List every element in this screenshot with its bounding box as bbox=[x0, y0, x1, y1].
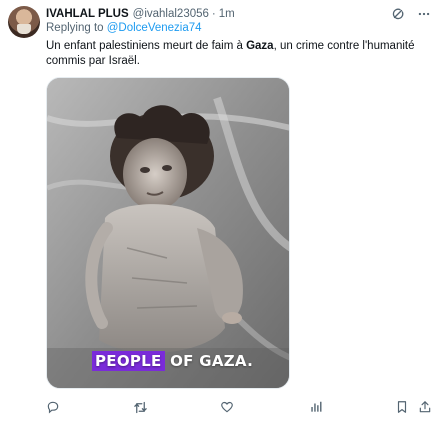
media-caption: PEOPLE OF GAZA. bbox=[92, 351, 254, 371]
timestamp[interactable]: 1m bbox=[219, 8, 235, 20]
avatar[interactable] bbox=[8, 6, 40, 38]
tweet-text-bold: Gaza bbox=[246, 40, 274, 52]
repost-icon[interactable] bbox=[131, 398, 149, 416]
more-icon[interactable] bbox=[416, 6, 432, 22]
action-bar bbox=[46, 398, 434, 416]
avatar-detail bbox=[17, 24, 31, 34]
separator-dot: · bbox=[211, 8, 216, 20]
bookmark-icon[interactable] bbox=[393, 398, 411, 416]
reply-icon[interactable] bbox=[44, 398, 62, 416]
tweet-header: IVAHLAL PLUS @ivahlal23056 · 1m bbox=[46, 6, 432, 22]
share-icon[interactable] bbox=[416, 398, 434, 416]
like-icon[interactable] bbox=[218, 398, 236, 416]
tweet-card[interactable]: IVAHLAL PLUS @ivahlal23056 · 1m Replying… bbox=[0, 0, 440, 421]
views-icon[interactable] bbox=[307, 398, 325, 416]
header-actions bbox=[390, 6, 432, 22]
tweet-text: Un enfant palestiniens meurt de faim à G… bbox=[46, 39, 424, 69]
grok-icon[interactable] bbox=[390, 6, 406, 22]
caption-rest: OF GAZA. bbox=[164, 352, 254, 370]
display-name[interactable]: IVAHLAL PLUS bbox=[46, 8, 129, 20]
media-photo bbox=[47, 78, 289, 388]
tweet-media-image[interactable]: PEOPLE OF GAZA. bbox=[46, 77, 290, 389]
tweet-text-part: Un enfant palestiniens meurt de faim à bbox=[46, 40, 247, 52]
replying-to: Replying to @DolceVenezia74 bbox=[46, 22, 202, 34]
replying-to-mention[interactable]: @DolceVenezia74 bbox=[107, 22, 202, 34]
user-handle[interactable]: @ivahlal23056 bbox=[133, 8, 209, 20]
caption-highlight: PEOPLE bbox=[92, 351, 165, 371]
replying-to-label: Replying to bbox=[46, 22, 104, 34]
